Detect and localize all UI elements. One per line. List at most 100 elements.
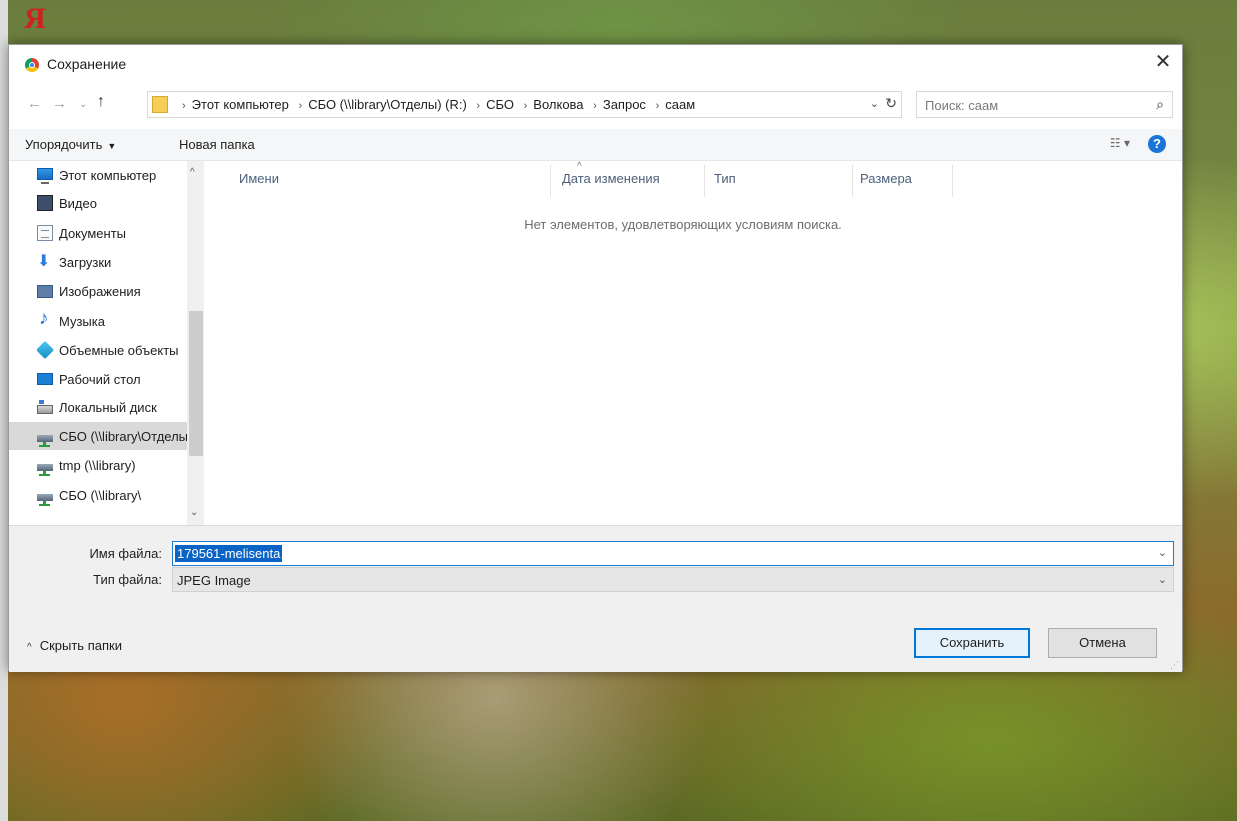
help-icon[interactable]: ?	[1148, 135, 1166, 153]
nav-item-documents[interactable]: Документы	[37, 219, 203, 247]
breadcrumb-sbo[interactable]: СБО	[486, 97, 514, 112]
empty-results-message: Нет элементов, удовлетворяющих условиям …	[524, 217, 842, 232]
breadcrumb-separator-icon: ›	[298, 100, 303, 112]
new-folder-button[interactable]: Новая папка	[179, 137, 255, 152]
navigation-row: ← → ⌄ ↑ › Этот компьютер › СБО (\\library\…	[9, 89, 1182, 121]
nav-item-music[interactable]: Музыка	[37, 307, 203, 335]
dialog-title: Сохранение	[47, 56, 127, 72]
file-name-label: Имя файла:	[89, 546, 162, 561]
column-divider[interactable]	[852, 165, 853, 197]
file-type-select[interactable]: JPEG Image ⌄	[172, 567, 1174, 592]
save-dialog: Сохранение ✕ ← → ⌄ ↑ › Этот компьютер › СБ…	[8, 44, 1183, 672]
nav-item-label: Музыка	[59, 313, 105, 329]
search-box[interactable]: Поиск: саам ⌕	[916, 91, 1173, 118]
nav-item-local-disk[interactable]: Локальный диск	[37, 393, 203, 421]
nav-item-label: СБО (\\library\	[59, 487, 142, 503]
recent-locations-chevron-icon[interactable]: ⌄	[79, 99, 87, 110]
local-disk-icon	[37, 399, 53, 414]
chevron-down-icon[interactable]: ⌄	[1158, 573, 1167, 586]
file-name-field[interactable]: 179561-melisenta ⌄	[172, 541, 1174, 566]
nav-item-label: Объемные объекты	[59, 342, 179, 358]
nav-item-video[interactable]: Видео	[37, 189, 203, 217]
breadcrumb-this-pc[interactable]: Этот компьютер	[192, 97, 289, 112]
nav-item-3d-objects[interactable]: Объемные объекты	[37, 336, 203, 364]
forward-arrow-icon[interactable]: →	[52, 95, 67, 112]
caret-down-icon: ▼	[107, 141, 117, 151]
nav-item-this-pc[interactable]: Этот компьютер	[37, 161, 203, 189]
nav-item-label: Локальный диск	[59, 399, 157, 415]
chrome-icon	[25, 58, 39, 72]
nav-item-label: Документы	[59, 225, 127, 241]
up-arrow-icon[interactable]: ↑	[97, 93, 105, 111]
cancel-button[interactable]: Отмена	[1048, 628, 1157, 658]
title-bar: Сохранение ✕	[9, 45, 1182, 85]
breadcrumb-separator-icon: ›	[476, 100, 481, 112]
scroll-down-icon[interactable]: ⌄	[190, 507, 198, 518]
navigation-pane: Этот компьютер Видео Документы Загрузки …	[9, 161, 204, 525]
nav-item-sbo-otdely[interactable]: СБО (\\library\Отделы)	[9, 422, 203, 450]
network-drive-icon	[37, 463, 53, 476]
column-header-type[interactable]: Тип	[714, 171, 736, 186]
breadcrumb-separator-icon: ›	[182, 100, 186, 112]
organize-label: Упорядочить	[25, 137, 103, 152]
chevron-down-icon[interactable]: ⌄	[1158, 546, 1167, 559]
file-name-value[interactable]: 179561-melisenta	[175, 545, 283, 562]
music-icon	[37, 308, 53, 330]
nav-item-label: Рабочий стол	[59, 371, 141, 387]
folder-icon	[152, 96, 168, 113]
column-header-name[interactable]: Имени	[239, 171, 279, 186]
chevron-up-icon: ^	[27, 642, 32, 653]
breadcrumb-saam[interactable]: саам	[665, 97, 695, 112]
resize-grip-icon[interactable]: ⋰	[1170, 660, 1180, 670]
documents-icon	[37, 225, 53, 241]
toolbar: Упорядочить ▼ Новая папка ☷ ▾ ?	[9, 129, 1182, 161]
scroll-up-icon[interactable]: ^	[190, 167, 195, 178]
address-bar[interactable]: › Этот компьютер › СБО (\\library\Отделы) …	[147, 91, 902, 118]
nav-item-label: Загрузки	[59, 254, 112, 270]
browser-logo: Я	[24, 2, 46, 35]
breadcrumb-volkova[interactable]: Волкова	[533, 97, 583, 112]
column-divider[interactable]	[952, 165, 953, 197]
browser-window-edge	[0, 0, 8, 821]
nav-item-downloads[interactable]: Загрузки	[37, 248, 203, 276]
back-arrow-icon[interactable]: ←	[27, 95, 42, 112]
desktop-icon	[37, 373, 53, 385]
column-divider[interactable]	[550, 165, 551, 197]
file-list-pane: ^ Имени Дата изменения Тип Размера Нет э…	[204, 161, 1182, 525]
breadcrumb-zapros[interactable]: Запрос	[603, 97, 646, 112]
view-options-icon[interactable]: ☷ ▾	[1110, 136, 1130, 150]
column-divider[interactable]	[704, 165, 705, 197]
nav-item-label: Видео	[59, 195, 97, 211]
3d-objects-icon	[37, 340, 55, 360]
close-button[interactable]: ✕	[1152, 51, 1174, 75]
video-icon	[37, 195, 53, 211]
downloads-icon	[37, 251, 53, 271]
nav-item-label: Этот компьютер	[59, 167, 157, 183]
breadcrumb: › Этот компьютер › СБО (\\library\Отделы) …	[176, 97, 695, 112]
column-header-size[interactable]: Размера	[860, 171, 912, 186]
network-drive-icon	[37, 434, 53, 447]
refresh-icon[interactable]: ↻	[885, 95, 897, 112]
organize-button[interactable]: Упорядочить ▼	[25, 137, 116, 152]
network-drive-icon	[37, 493, 53, 506]
address-dropdown-icon[interactable]: ⌄	[870, 97, 879, 110]
hide-folders-label: Скрыть папки	[39, 638, 122, 653]
breadcrumb-separator-icon: ›	[655, 100, 660, 112]
search-input[interactable]: Поиск: саам	[925, 98, 998, 113]
search-icon[interactable]: ⌕	[1156, 96, 1164, 113]
hide-folders-button[interactable]: ^ Скрыть папки	[27, 638, 122, 653]
nav-scrollbar-thumb[interactable]	[189, 311, 203, 456]
file-type-value: JPEG Image	[177, 573, 251, 588]
breadcrumb-separator-icon: ›	[593, 100, 597, 112]
nav-item-sbo-library[interactable]: СБО (\\library\	[37, 481, 203, 509]
breadcrumb-drive[interactable]: СБО (\\library\Отделы) (R:)	[308, 97, 467, 112]
save-button[interactable]: Сохранить	[914, 628, 1030, 658]
column-header-date[interactable]: Дата изменения	[562, 171, 660, 186]
nav-item-label: Изображения	[59, 283, 141, 299]
computer-icon	[37, 168, 53, 184]
nav-item-label: tmp (\\library)	[59, 457, 136, 473]
file-options-panel: Имя файла: 179561-melisenta ⌄ Тип файла:…	[9, 525, 1182, 672]
nav-item-tmp[interactable]: tmp (\\library)	[37, 451, 203, 479]
nav-item-pictures[interactable]: Изображения	[37, 277, 203, 305]
nav-item-desktop[interactable]: Рабочий стол	[37, 365, 203, 393]
